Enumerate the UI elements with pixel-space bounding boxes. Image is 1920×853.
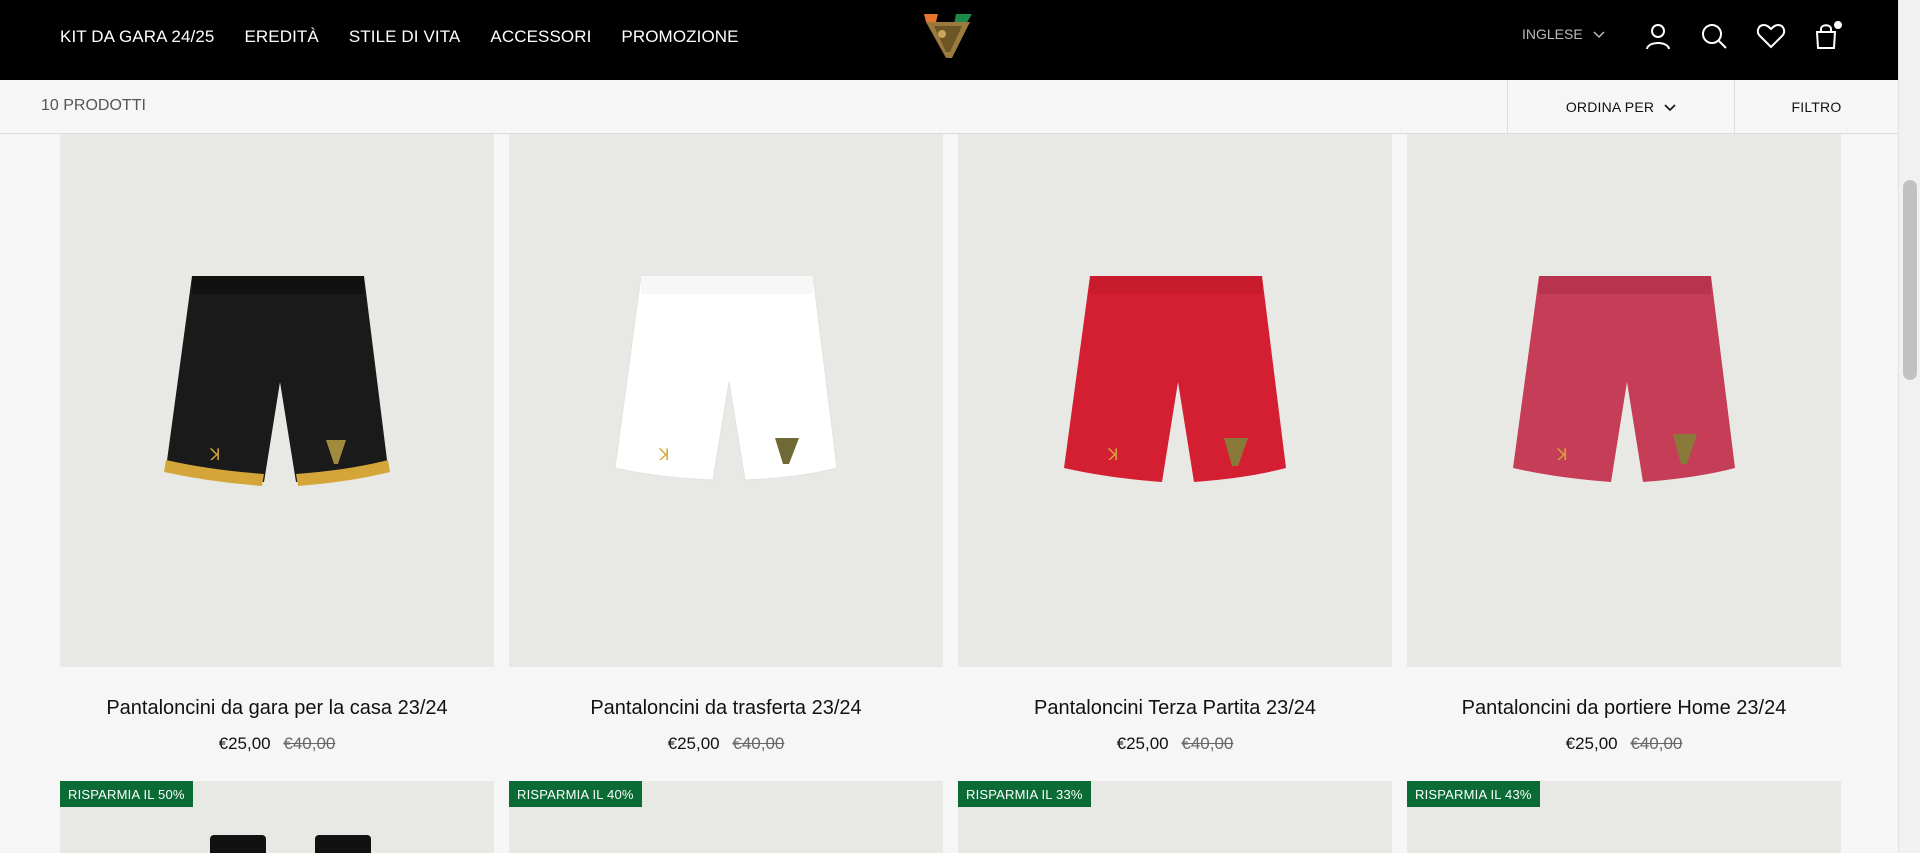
main-nav: KIT DA GARA 24/25 EREDITÀ STILE DI VITA … — [60, 0, 739, 74]
product-image-top — [210, 835, 266, 853]
product-card[interactable]: ꓘ Pantaloncini Terza Partita 23/24 €25,0… — [958, 134, 1392, 754]
site-header: KIT DA GARA 24/25 EREDITÀ STILE DI VITA … — [0, 0, 1898, 80]
discount-badge: RISPARMIA IL 50% — [60, 781, 193, 807]
shorts-image-black: ꓘ — [164, 276, 390, 486]
product-image[interactable]: RISPARMIA IL 50% — [60, 781, 494, 853]
product-count: 10 PRODOTTI — [41, 97, 146, 114]
product-image[interactable]: ꓘ — [1407, 134, 1841, 667]
product-image[interactable]: ꓘ — [60, 134, 494, 667]
account-icon[interactable] — [1644, 22, 1672, 50]
product-card[interactable]: ꓘ Pantaloncini da trasferta 23/24 €25,00… — [509, 134, 943, 754]
nav-item-lifestyle[interactable]: STILE DI VITA — [349, 27, 461, 47]
svg-text:ꓘ: ꓘ — [209, 447, 221, 464]
brand-logo[interactable] — [920, 12, 976, 60]
wishlist-icon[interactable] — [1756, 22, 1786, 50]
language-selector[interactable]: INGLESE — [1522, 26, 1605, 42]
chevron-down-icon — [1593, 26, 1605, 42]
sort-label: ORDINA PER — [1565, 98, 1655, 115]
scrollbar-thumb[interactable] — [1903, 180, 1917, 380]
original-price: €40,00 — [1630, 734, 1683, 753]
product-image[interactable]: RISPARMIA IL 43% — [1407, 781, 1841, 853]
product-image-top — [315, 835, 371, 853]
product-prices: €25,00 €40,00 — [60, 734, 494, 754]
cart-icon[interactable] — [1812, 21, 1842, 50]
nav-item-accessories[interactable]: ACCESSORI — [490, 27, 591, 47]
svg-text:ꓘ: ꓘ — [1556, 447, 1568, 464]
discount-badge: RISPARMIA IL 43% — [1407, 781, 1540, 807]
sort-dropdown[interactable]: ORDINA PER — [1507, 80, 1735, 133]
shorts-image-red: ꓘ — [1064, 276, 1286, 482]
original-price: €40,00 — [732, 734, 785, 753]
sale-price: €25,00 — [1565, 734, 1618, 753]
sale-price: €25,00 — [218, 734, 271, 753]
product-name[interactable]: Pantaloncini Terza Partita 23/24 — [958, 697, 1392, 720]
shorts-image-white: ꓘ — [614, 275, 838, 481]
search-icon[interactable] — [1700, 22, 1728, 50]
product-card[interactable]: RISPARMIA IL 40% — [509, 781, 943, 853]
product-card[interactable]: RISPARMIA IL 50% — [60, 781, 494, 853]
discount-badge: RISPARMIA IL 33% — [958, 781, 1091, 807]
product-name[interactable]: Pantaloncini da portiere Home 23/24 — [1407, 697, 1841, 720]
collection-toolbar: 10 PRODOTTI ORDINA PER FILTRO — [0, 80, 1898, 134]
product-prices: €25,00 €40,00 — [1407, 734, 1841, 754]
product-image[interactable]: RISPARMIA IL 40% — [509, 781, 943, 853]
product-card[interactable]: ꓘ Pantaloncini da gara per la casa 23/24… — [60, 134, 494, 754]
filter-button[interactable]: FILTRO — [1735, 80, 1898, 133]
nav-item-promotion[interactable]: PROMOZIONE — [621, 27, 738, 47]
discount-badge: RISPARMIA IL 40% — [509, 781, 642, 807]
product-prices: €25,00 €40,00 — [958, 734, 1392, 754]
product-card[interactable]: ꓘ Pantaloncini da portiere Home 23/24 €2… — [1407, 134, 1841, 754]
product-prices: €25,00 €40,00 — [509, 734, 943, 754]
product-image[interactable]: ꓘ — [958, 134, 1392, 667]
original-price: €40,00 — [283, 734, 336, 753]
product-name[interactable]: Pantaloncini da trasferta 23/24 — [509, 697, 943, 720]
chevron-down-icon — [1664, 99, 1676, 115]
language-label: INGLESE — [1522, 26, 1583, 42]
nav-item-heritage[interactable]: EREDITÀ — [244, 27, 318, 47]
sale-price: €25,00 — [1116, 734, 1169, 753]
shorts-image-burgundy: ꓘ — [1513, 276, 1735, 482]
page-scrollbar[interactable] — [1898, 0, 1920, 853]
header-actions — [1644, 21, 1842, 50]
nav-item-kit[interactable]: KIT DA GARA 24/25 — [60, 27, 214, 47]
cart-indicator-dot — [1834, 21, 1842, 29]
filter-label: FILTRO — [1791, 98, 1842, 115]
svg-text:ꓘ: ꓘ — [658, 447, 670, 464]
product-image[interactable]: ꓘ — [509, 134, 943, 667]
product-card[interactable]: RISPARMIA IL 33% — [958, 781, 1392, 853]
product-name[interactable]: Pantaloncini da gara per la casa 23/24 — [60, 697, 494, 720]
product-image[interactable]: RISPARMIA IL 33% — [958, 781, 1392, 853]
original-price: €40,00 — [1181, 734, 1234, 753]
product-card[interactable]: RISPARMIA IL 43% — [1407, 781, 1841, 853]
sale-price: €25,00 — [667, 734, 720, 753]
svg-text:ꓘ: ꓘ — [1107, 447, 1119, 464]
